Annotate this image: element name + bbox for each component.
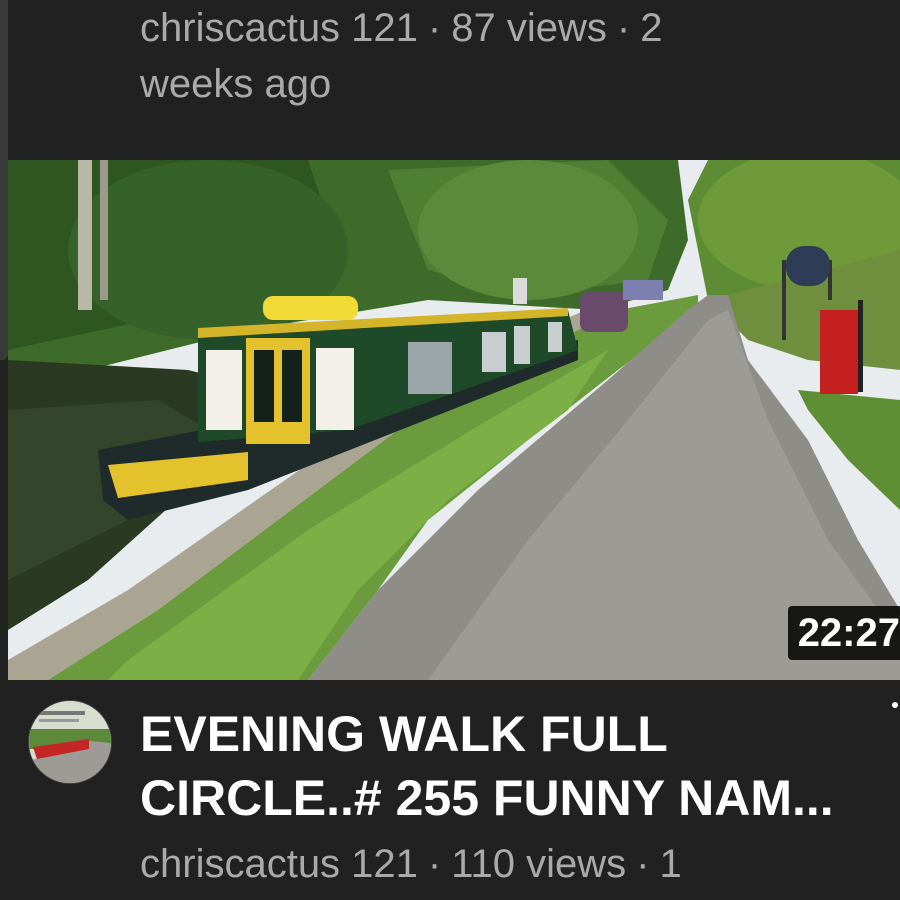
video-title[interactable]: EVENING WALK FULL CIRCLE..# 255 FUNNY NA… [140,702,860,830]
previous-view-count: 87 views [451,6,607,50]
channel-avatar[interactable] [28,700,112,784]
channel-avatar-icon [29,701,111,783]
video-title-line-2: CIRCLE..# 255 FUNNY NAM... [140,770,834,826]
meta-separator: · [427,842,442,886]
meta-separator: · [616,6,631,50]
scroll-indicator[interactable] [0,0,8,360]
meta-separator: · [636,842,650,886]
upload-age: 1 [659,842,682,886]
meta-separator: · [427,6,442,50]
duration-badge: 22:27 [787,606,900,660]
video-meta: chriscactus 121 · 110 views · 1 [140,836,820,892]
previous-channel-name[interactable]: chriscactus 121 [140,6,418,50]
view-count: 110 views [451,842,627,886]
video-thumbnail[interactable] [8,160,900,680]
channel-name[interactable]: chriscactus 121 [140,842,418,886]
canal-boat-thumbnail [8,160,900,680]
video-title-line-1: EVENING WALK FULL [140,706,668,762]
kebab-dot [892,702,898,708]
more-options-icon[interactable] [888,700,900,740]
previous-age-part1: 2 [640,6,663,50]
previous-video-meta: chriscactus 121 · 87 views · 2 weeks ago [140,0,800,112]
previous-age-part2: weeks ago [140,62,332,106]
